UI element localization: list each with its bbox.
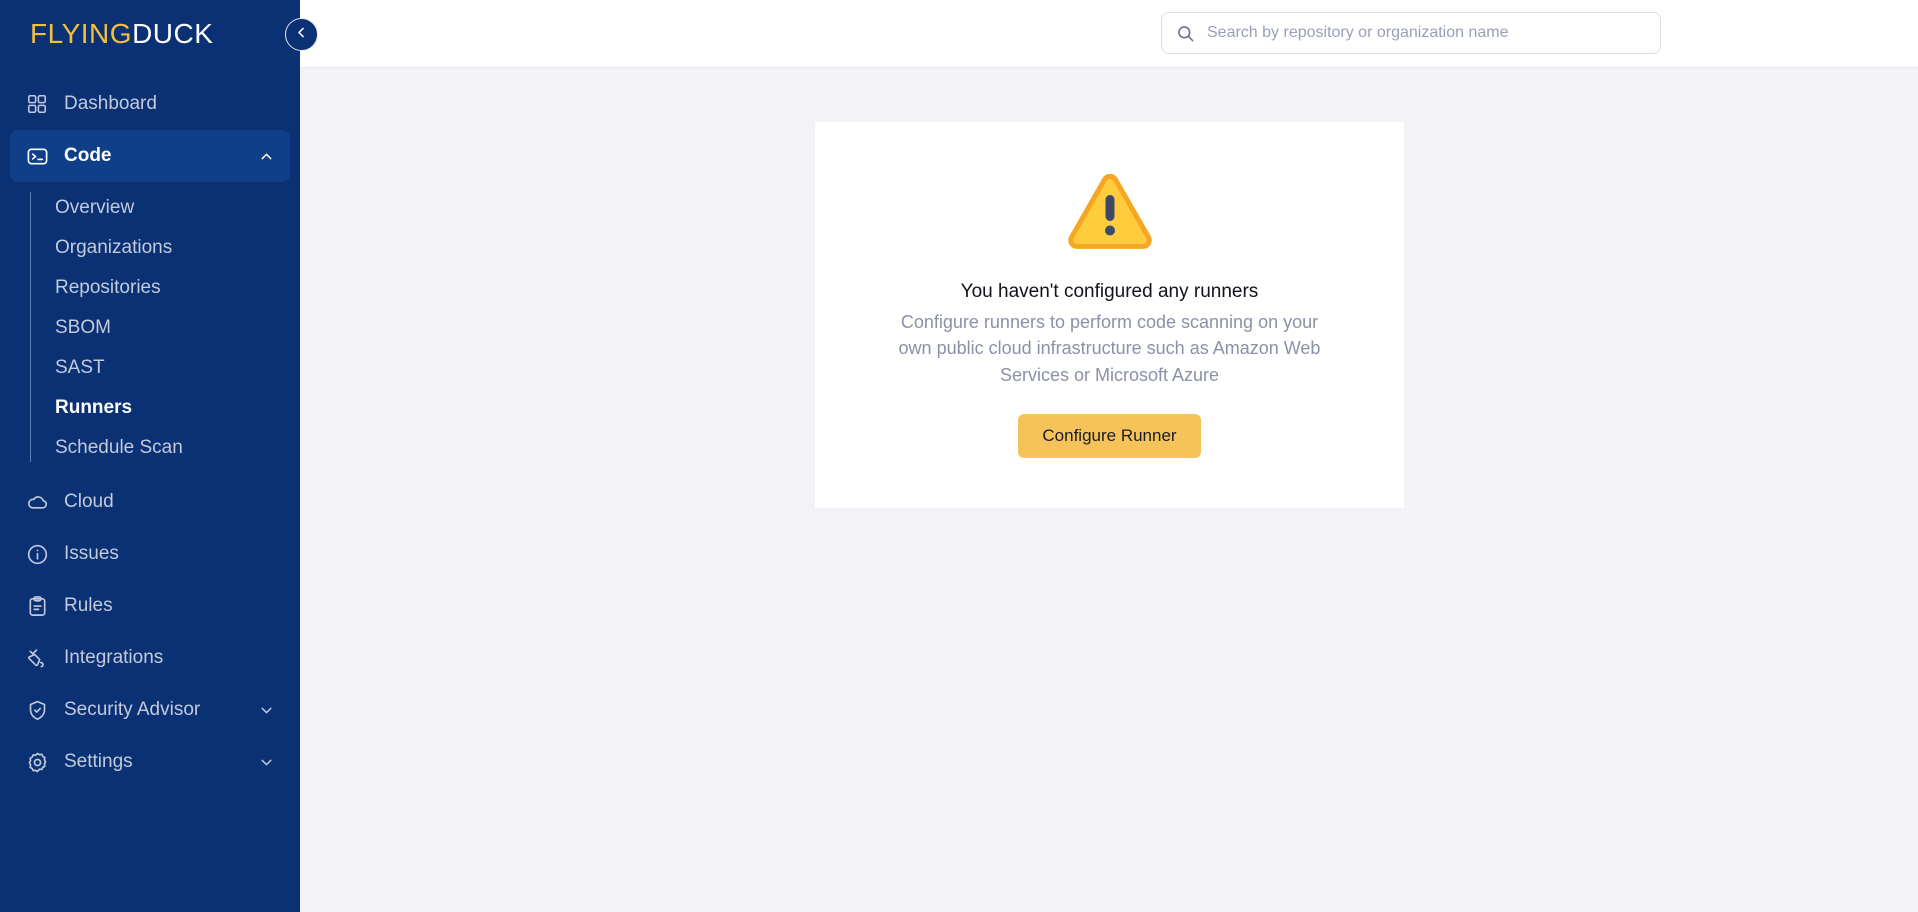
sidebar-item-label: Cloud — [64, 491, 114, 512]
sidebar-subitem-repositories[interactable]: Repositories — [0, 268, 300, 308]
sidebar-submenu-code: Overview Organizations Repositories SBOM… — [0, 188, 300, 468]
chevron-up-icon — [256, 146, 276, 166]
brand-logo-part1: FLYING — [30, 18, 133, 49]
sidebar-subitem-schedule-scan[interactable]: Schedule Scan — [0, 428, 300, 468]
empty-state-title: You haven't configured any runners — [960, 281, 1259, 303]
sidebar-subitem-organizations[interactable]: Organizations — [0, 228, 300, 268]
sidebar-collapse-button[interactable] — [285, 18, 318, 51]
search-icon — [1176, 24, 1195, 43]
sidebar-nav: Dashboard Code Overview Organizations Re… — [0, 68, 300, 788]
sidebar-subitem-runners[interactable]: Runners — [0, 388, 300, 428]
sidebar-item-label: Dashboard — [64, 93, 157, 114]
sidebar: FLYING DUCK Dashboard Code Overview Orga… — [0, 0, 300, 912]
sidebar-item-label: Integrations — [64, 647, 164, 668]
sidebar-item-label: Settings — [64, 751, 133, 772]
chevron-down-icon — [256, 752, 276, 772]
clipboard-icon — [24, 593, 50, 619]
info-circle-icon — [24, 541, 50, 567]
plug-icon — [24, 645, 50, 671]
sidebar-subitem-overview[interactable]: Overview — [0, 188, 300, 228]
grid-icon — [24, 91, 50, 117]
brand-logo-part2: DUCK — [132, 18, 214, 49]
sidebar-item-settings[interactable]: Settings — [10, 736, 290, 788]
chevron-down-icon — [256, 700, 276, 720]
content-area: You haven't configured any runners Confi… — [300, 68, 1918, 912]
sidebar-item-cloud[interactable]: Cloud — [10, 476, 290, 528]
warning-triangle-icon — [1064, 172, 1156, 263]
main-pane: You haven't configured any runners Confi… — [300, 0, 1918, 912]
sidebar-item-integrations[interactable]: Integrations — [10, 632, 290, 684]
app-root: FLYING DUCK Dashboard Code Overview Orga… — [0, 0, 1918, 912]
runners-empty-state-card: You haven't configured any runners Confi… — [815, 122, 1404, 508]
sidebar-item-label: Security Advisor — [64, 699, 201, 720]
sidebar-item-dashboard[interactable]: Dashboard — [10, 78, 290, 130]
terminal-icon — [24, 143, 50, 169]
sidebar-subitem-sast[interactable]: SAST — [0, 348, 300, 388]
search-input[interactable] — [1207, 24, 1646, 42]
sidebar-item-issues[interactable]: Issues — [10, 528, 290, 580]
search-box[interactable] — [1161, 12, 1661, 54]
chevron-left-icon — [294, 25, 309, 45]
sidebar-item-label: Issues — [64, 543, 119, 564]
sidebar-item-security-advisor[interactable]: Security Advisor — [10, 684, 290, 736]
topbar — [300, 0, 1918, 68]
gear-icon — [24, 749, 50, 775]
shield-check-icon — [24, 697, 50, 723]
cloud-icon — [24, 489, 50, 515]
sidebar-subitem-sbom[interactable]: SBOM — [0, 308, 300, 348]
sidebar-item-rules[interactable]: Rules — [10, 580, 290, 632]
sidebar-item-label: Rules — [64, 595, 113, 616]
configure-runner-button[interactable]: Configure Runner — [1018, 413, 1201, 458]
brand-logo[interactable]: FLYING DUCK — [0, 0, 300, 68]
sidebar-item-label: Code — [64, 145, 112, 166]
empty-state-description: Configure runners to perform code scanni… — [898, 312, 1321, 385]
sidebar-item-code[interactable]: Code — [10, 130, 290, 182]
